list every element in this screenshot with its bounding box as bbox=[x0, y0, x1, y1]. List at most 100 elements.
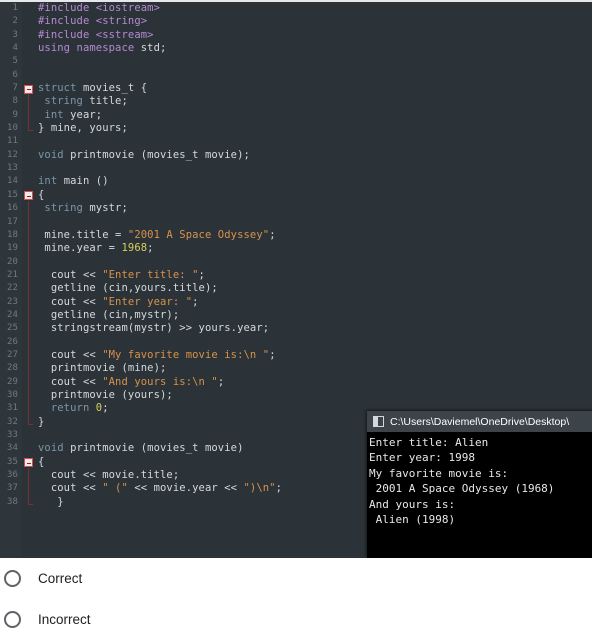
line-number: 22 bbox=[6, 283, 18, 294]
code-line: 6 bbox=[0, 69, 592, 82]
line-number: 21 bbox=[6, 269, 18, 280]
code-fold-rail-line bbox=[28, 94, 29, 131]
code-line: 27 cout << "My favorite movie is:\n "; bbox=[0, 349, 592, 362]
code-fold-toggle-icon[interactable] bbox=[24, 84, 33, 94]
code-line: 12 void printmovie (movies_t movie); bbox=[0, 149, 592, 162]
option-row-correct[interactable]: Correct bbox=[0, 558, 592, 599]
console-titlebar[interactable]: C:\Users\Daviemel\OneDrive\Desktop\ bbox=[367, 411, 592, 432]
code-text: string title; bbox=[44, 95, 128, 108]
radio-button-incorrect[interactable] bbox=[4, 611, 21, 628]
line-number: 11 bbox=[6, 136, 18, 147]
code-text: string mystr; bbox=[44, 202, 128, 215]
code-text: printmovie (yours); bbox=[38, 388, 173, 401]
line-number: 36 bbox=[6, 470, 18, 481]
code-line: 14 int main () bbox=[0, 175, 592, 188]
line-number: 4 bbox=[12, 43, 18, 54]
code-line: 11 bbox=[0, 135, 592, 148]
code-text: void printmovie (movies_t movie); bbox=[38, 148, 250, 161]
option-label-incorrect: Incorrect bbox=[38, 612, 91, 627]
radio-button-correct[interactable] bbox=[4, 570, 21, 587]
console-window[interactable]: C:\Users\Daviemel\OneDrive\Desktop\ Ente… bbox=[367, 411, 592, 558]
code-fold-end-marker bbox=[28, 130, 33, 132]
code-line: 22 getline (cin,yours.title); bbox=[0, 282, 592, 295]
line-number: 19 bbox=[6, 243, 18, 254]
code-line: 5 bbox=[0, 55, 592, 68]
line-number: 23 bbox=[6, 296, 18, 307]
code-line: 18 mine.title = "2001 A Space Odyssey"; bbox=[0, 229, 592, 242]
option-row-incorrect[interactable]: Incorrect bbox=[0, 599, 592, 640]
line-number: 2 bbox=[12, 16, 18, 27]
code-text: cout << "And yours is:\n "; bbox=[38, 375, 225, 388]
line-number: 28 bbox=[6, 363, 18, 374]
code-fold-end-marker bbox=[28, 423, 33, 425]
code-line: 9 int year; bbox=[0, 109, 592, 122]
code-text: struct movies_t { bbox=[38, 82, 148, 95]
code-text: } mine, yours; bbox=[38, 122, 128, 135]
code-line: 24 getline (cin,mystr); bbox=[0, 309, 592, 322]
code-line: 16 string mystr; bbox=[0, 202, 592, 215]
code-text: { bbox=[38, 188, 45, 201]
code-text: cout << " (" << movie.year << ")\n"; bbox=[38, 482, 283, 495]
line-number: 29 bbox=[6, 376, 18, 387]
code-text: getline (cin,mystr); bbox=[38, 308, 180, 321]
code-text: #include <string> bbox=[38, 15, 148, 28]
line-number: 25 bbox=[6, 323, 18, 334]
code-text: cout << "Enter title: "; bbox=[38, 268, 205, 281]
line-number: 7 bbox=[12, 83, 18, 94]
code-text: getline (cin,yours.title); bbox=[38, 282, 218, 295]
code-fold-toggle-icon[interactable] bbox=[24, 458, 33, 468]
code-line: 21 cout << "Enter title: "; bbox=[0, 269, 592, 282]
code-line: 13 bbox=[0, 162, 592, 175]
code-line: 23 cout << "Enter year: "; bbox=[0, 296, 592, 309]
line-number: 17 bbox=[6, 216, 18, 227]
line-number: 34 bbox=[6, 443, 18, 454]
code-text: } bbox=[38, 415, 45, 428]
code-text: { bbox=[38, 455, 45, 468]
line-number: 1 bbox=[12, 3, 18, 13]
code-line: 4 using namespace std; bbox=[0, 42, 592, 55]
code-line: 3 #include <sstream> bbox=[0, 29, 592, 42]
code-text: int year; bbox=[44, 108, 103, 121]
line-number: 35 bbox=[6, 456, 18, 467]
line-number: 20 bbox=[6, 256, 18, 267]
line-number: 37 bbox=[6, 483, 18, 494]
line-number: 10 bbox=[6, 123, 18, 134]
code-text: printmovie (mine); bbox=[38, 362, 167, 375]
code-text: mine.title = "2001 A Space Odyssey"; bbox=[38, 228, 276, 241]
line-number: 31 bbox=[6, 403, 18, 414]
code-line: 19 mine.year = 1968; bbox=[0, 242, 592, 255]
line-number: 6 bbox=[12, 69, 18, 80]
code-fold-toggle-icon[interactable] bbox=[24, 191, 33, 201]
code-text: stringstream(mystr) >> yours.year; bbox=[38, 322, 270, 335]
code-line: 15 { bbox=[0, 189, 592, 202]
line-number: 16 bbox=[6, 203, 18, 214]
console-window-icon bbox=[373, 416, 384, 427]
code-fold-rail-line bbox=[28, 200, 29, 424]
code-line: 7 struct movies_t { bbox=[0, 82, 592, 95]
line-number: 26 bbox=[6, 336, 18, 347]
code-line: 29 cout << "And yours is:\n "; bbox=[0, 376, 592, 389]
code-text: cout << movie.title; bbox=[38, 469, 180, 482]
code-line: 25 stringstream(mystr) >> yours.year; bbox=[0, 322, 592, 335]
line-number: 14 bbox=[6, 176, 18, 187]
code-line: 8 string title; bbox=[0, 95, 592, 108]
console-output: Enter title: Alien Enter year: 1998 My f… bbox=[369, 436, 555, 527]
code-line: 20 bbox=[0, 256, 592, 269]
line-number: 18 bbox=[6, 229, 18, 240]
code-text: cout << "My favorite movie is:\n "; bbox=[38, 348, 276, 361]
code-line: 1 #include <iostream> bbox=[0, 2, 592, 15]
line-number: 13 bbox=[6, 163, 18, 174]
line-number: 9 bbox=[12, 109, 18, 120]
line-number: 15 bbox=[6, 189, 18, 200]
code-text: int main () bbox=[38, 175, 109, 188]
code-text: cout << "Enter year: "; bbox=[38, 295, 199, 308]
line-number: 8 bbox=[12, 96, 18, 107]
line-number: 24 bbox=[6, 309, 18, 320]
line-number: 30 bbox=[6, 389, 18, 400]
code-line: 2 #include <string> bbox=[0, 15, 592, 28]
code-text: mine.year = 1968; bbox=[38, 242, 154, 255]
line-number: 12 bbox=[6, 149, 18, 160]
code-text: #include <iostream> bbox=[38, 2, 161, 14]
answer-choices: Correct Incorrect bbox=[0, 558, 592, 640]
line-number: 38 bbox=[6, 496, 18, 507]
